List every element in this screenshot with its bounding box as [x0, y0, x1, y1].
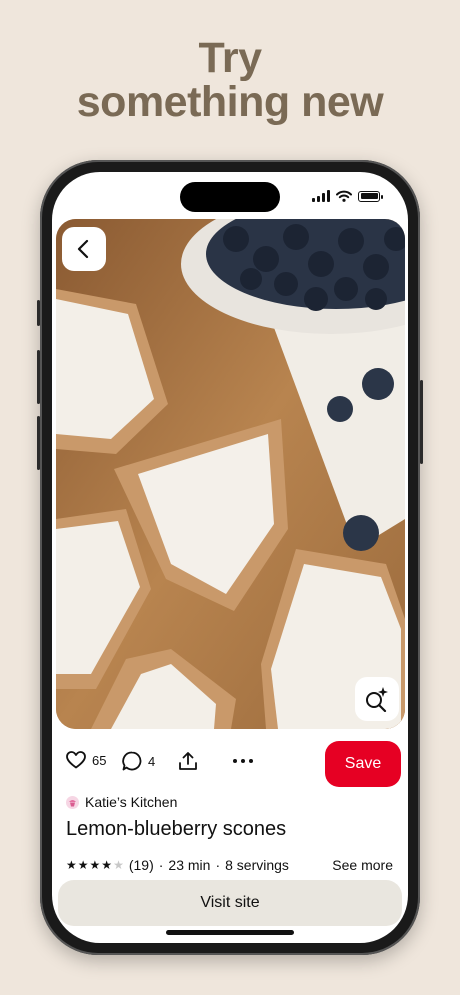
pin-image[interactable] — [56, 219, 405, 729]
comment-count: 4 — [148, 753, 156, 769]
see-more-link[interactable]: See more — [332, 857, 393, 873]
promo-headline: Try something new — [0, 36, 460, 124]
cupcake-icon — [69, 799, 76, 806]
rating-stars: ★ ★ ★ ★ ★ — [66, 859, 124, 871]
phone-power-button — [420, 380, 423, 464]
scones-photo — [56, 219, 405, 729]
author-link[interactable]: Katie’s Kitchen — [66, 794, 177, 810]
like-button[interactable]: 65 — [66, 751, 106, 769]
more-icon — [233, 759, 253, 763]
back-button[interactable] — [62, 227, 106, 271]
headline-line-2: something new — [76, 78, 384, 126]
visual-search-button[interactable] — [355, 677, 399, 721]
star-filled-icon: ★ — [89, 858, 101, 872]
battery-icon — [358, 190, 383, 202]
recipe-meta: ★ ★ ★ ★ ★ (19) · 23 min · 8 servings — [66, 857, 289, 873]
avatar — [66, 795, 79, 809]
status-bar — [312, 190, 383, 202]
wifi-icon — [336, 190, 352, 202]
comment-icon — [122, 751, 142, 771]
star-filled-icon: ★ — [77, 858, 89, 872]
comment-button[interactable]: 4 — [122, 751, 155, 771]
signal-icon — [312, 190, 330, 202]
star-filled-icon: ★ — [101, 858, 113, 872]
servings: 8 servings — [225, 857, 289, 873]
cook-time: 23 min — [168, 857, 211, 873]
share-button[interactable] — [178, 751, 198, 771]
phone-volume-down — [37, 416, 40, 470]
phone-volume-up — [37, 350, 40, 404]
visit-site-button[interactable]: Visit site — [58, 880, 402, 926]
chevron-left-icon — [77, 239, 89, 259]
rating-count: (19) — [128, 857, 154, 873]
like-count: 65 — [92, 752, 107, 768]
save-button[interactable]: Save — [325, 741, 401, 787]
home-indicator[interactable] — [166, 930, 294, 935]
headline-line-1: Try — [198, 34, 262, 82]
meta-separator: · — [215, 857, 221, 873]
phone-screen: 65 4 Save Katie’s Kitchen Lemon-blueberr… — [52, 172, 408, 943]
pin-actions: 65 4 Save — [52, 737, 408, 787]
star-filled-icon: ★ — [66, 858, 77, 872]
author-name: Katie’s Kitchen — [85, 794, 178, 810]
visual-search-icon — [366, 687, 388, 712]
pin-title: Lemon-blueberry scones — [66, 818, 287, 840]
share-icon — [179, 752, 197, 770]
dynamic-island — [180, 182, 280, 212]
phone-mute-switch — [37, 300, 40, 326]
more-button[interactable] — [232, 751, 254, 771]
star-empty-icon: ★ — [113, 858, 124, 872]
meta-separator: · — [158, 857, 164, 873]
heart-icon — [66, 751, 86, 769]
phone-frame: 65 4 Save Katie’s Kitchen Lemon-blueberr… — [37, 160, 423, 955]
